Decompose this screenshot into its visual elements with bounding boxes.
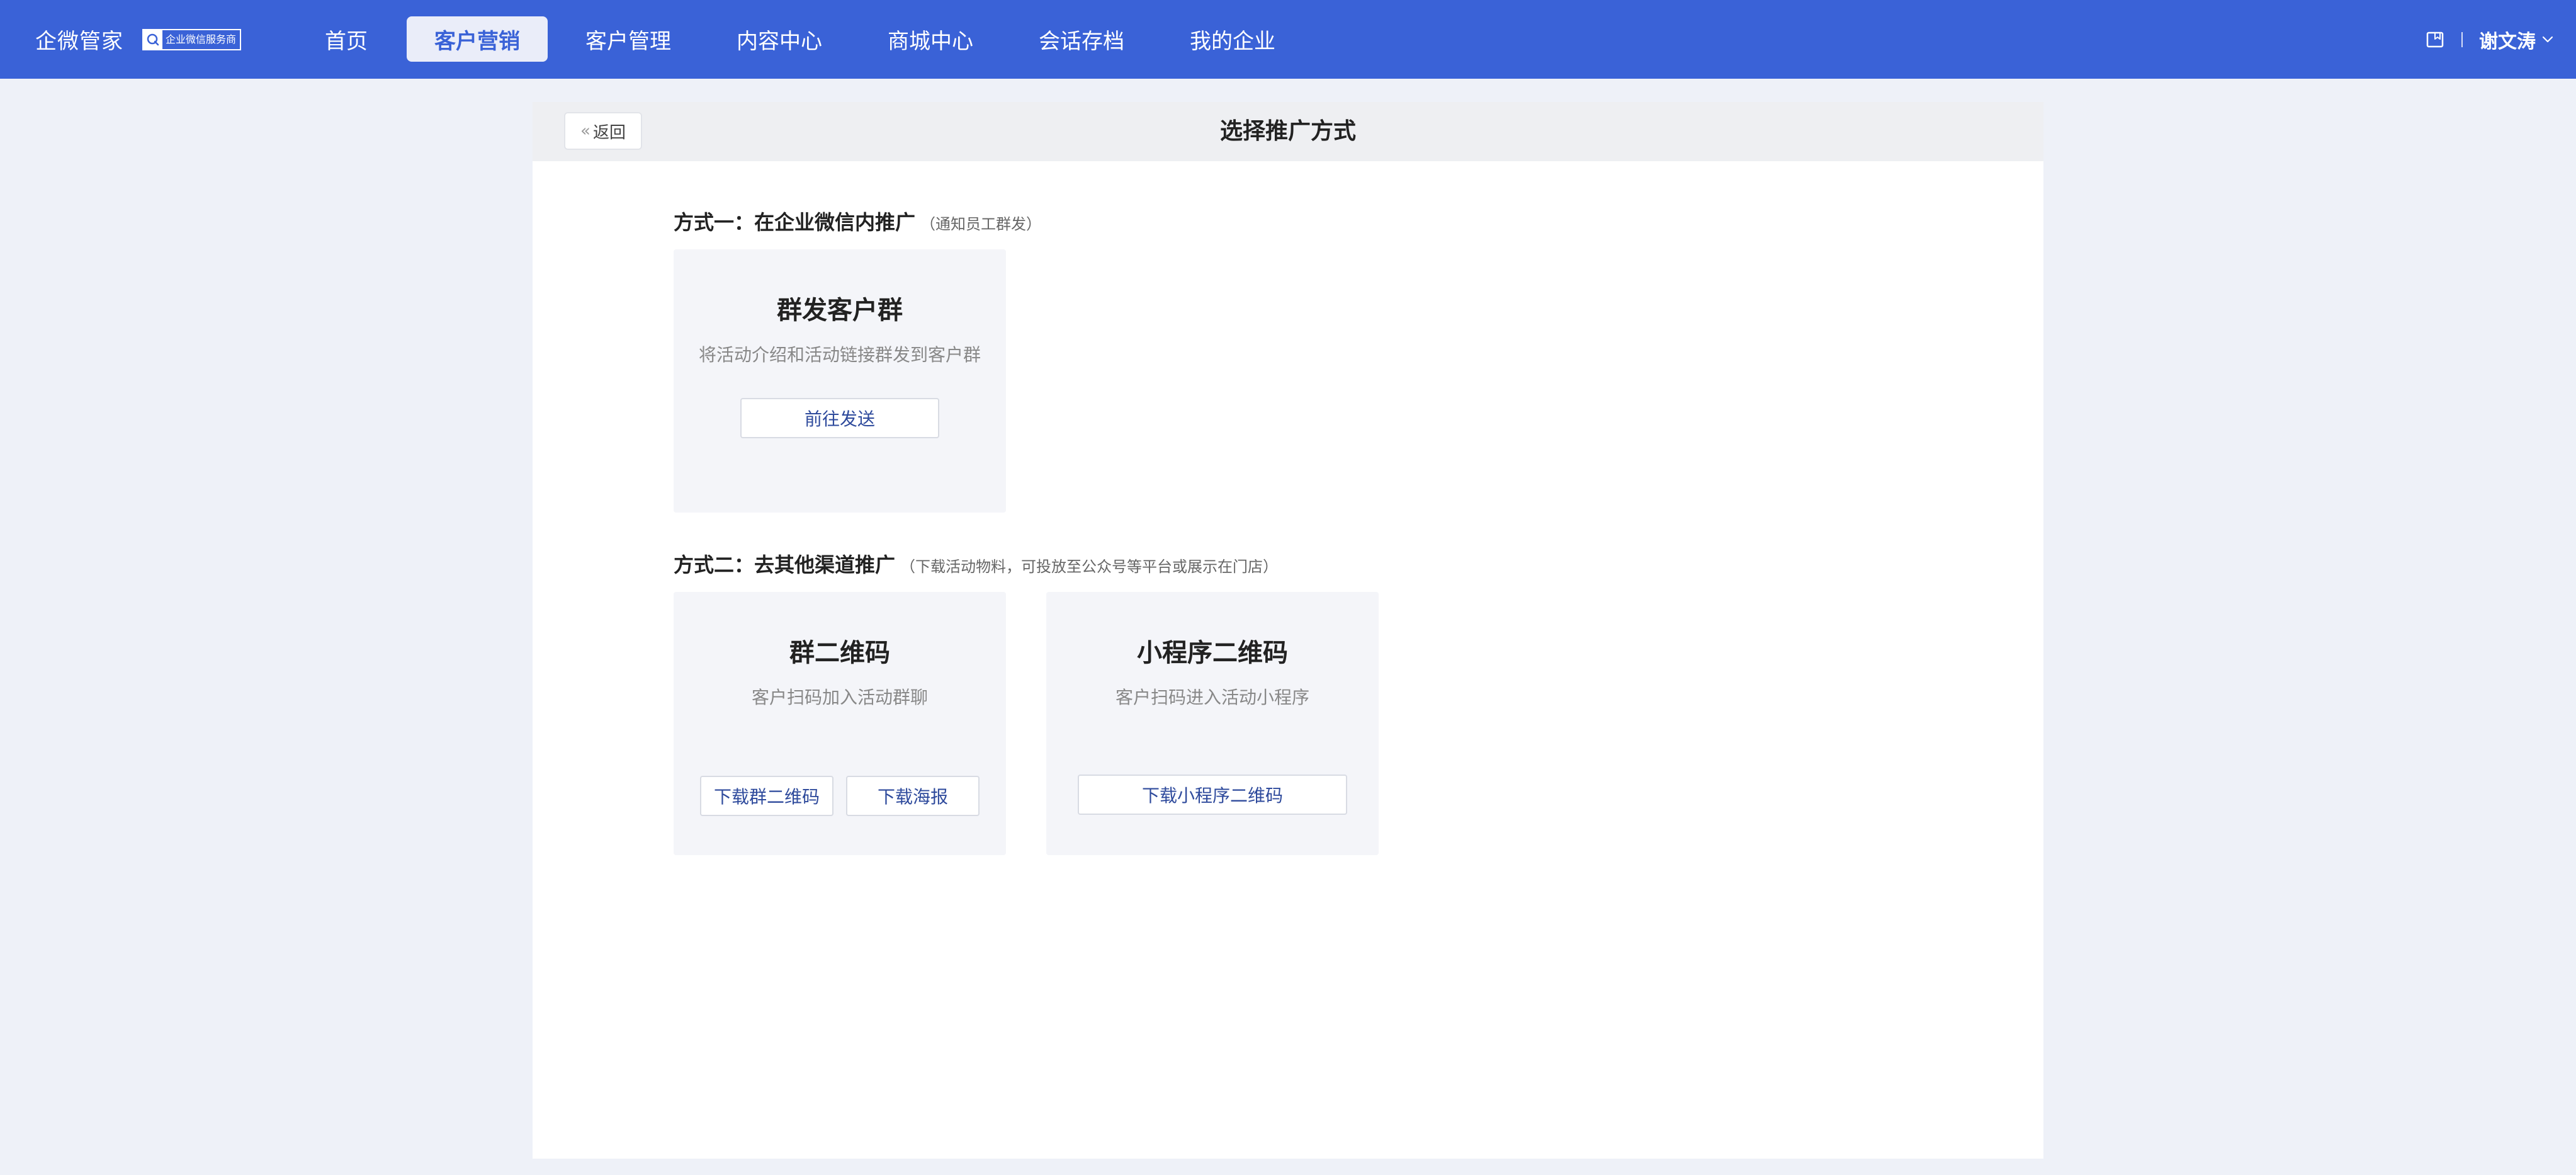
brand[interactable]: 企微管家 企业微信服务商 xyxy=(35,0,242,79)
nav-item-chat-archive[interactable]: 会话存档 xyxy=(1029,16,1134,62)
brand-name: 企微管家 xyxy=(35,29,123,54)
nav-item-content-center[interactable]: 内容中心 xyxy=(726,16,832,62)
back-button-label: 返回 xyxy=(592,123,626,142)
back-button[interactable]: « 返回 xyxy=(564,112,642,150)
nav-item-my-enterprise[interactable]: 我的企业 xyxy=(1180,16,1285,62)
go-send-button[interactable]: 前往发送 xyxy=(740,398,939,438)
card-description: 客户扫码加入活动群聊 xyxy=(751,687,928,708)
nav-item-customer-management[interactable]: 客户管理 xyxy=(575,16,681,62)
promotion-panel: 选择推广方式 « 返回 方式一：在企业微信内推广 （通知员工群发） 群发客户群 将… xyxy=(533,102,2043,1159)
user-menu[interactable]: 谢文涛 xyxy=(2479,26,2553,54)
card-description: 客户扫码进入活动小程序 xyxy=(1115,687,1309,708)
card-group-broadcast: 群发客户群 将活动介绍和活动链接群发到客户群 前往发送 xyxy=(674,249,1006,513)
section-note: （通知员工群发） xyxy=(920,215,1042,233)
service-provider-badge: 企业微信服务商 xyxy=(142,28,242,50)
chevron-down-icon xyxy=(2542,36,2553,43)
card-title: 群发客户群 xyxy=(777,296,903,325)
double-chevron-left-icon: « xyxy=(580,122,590,140)
section-note: （下载活动物料，可投放至公众号等平台或展示在门店） xyxy=(900,558,1279,576)
top-navigation-bar: 企微管家 企业微信服务商 首页 客户营销 客户管理 内容中心 商城中心 会话存档… xyxy=(0,0,2576,79)
panel-header: 选择推广方式 « 返回 xyxy=(533,102,2043,161)
book-icon[interactable] xyxy=(2425,30,2445,50)
topbar-right: 谢文涛 xyxy=(2425,0,2553,79)
download-miniprogram-qr-button[interactable]: 下载小程序二维码 xyxy=(1078,775,1347,815)
wecom-logo-icon xyxy=(144,30,162,49)
card-group-qr-code: 群二维码 客户扫码加入活动群聊 下载群二维码 下载海报 xyxy=(674,592,1006,855)
badge-text: 企业微信服务商 xyxy=(166,33,237,45)
section-title-wecom: 方式一：在企业微信内推广 （通知员工群发） xyxy=(674,207,1041,236)
nav-item-mall-center[interactable]: 商城中心 xyxy=(878,16,983,62)
card-miniprogram-qr-code: 小程序二维码 客户扫码进入活动小程序 下载小程序二维码 xyxy=(1046,592,1379,855)
card-title: 群二维码 xyxy=(789,639,890,667)
card-title: 小程序二维码 xyxy=(1137,639,1288,667)
section-title-other-channels: 方式二：去其他渠道推广 （下载活动物料，可投放至公众号等平台或展示在门店） xyxy=(674,549,1278,578)
nav-item-customer-marketing[interactable]: 客户营销 xyxy=(407,16,548,62)
card-description: 将活动介绍和活动链接群发到客户群 xyxy=(698,344,981,365)
download-poster-button[interactable]: 下载海报 xyxy=(846,776,980,816)
page-title: 选择推广方式 xyxy=(1219,118,1356,144)
section-heading: 方式二：去其他渠道推广 xyxy=(674,553,896,577)
nav-item-home[interactable]: 首页 xyxy=(320,16,373,62)
user-name: 谢文涛 xyxy=(2479,30,2536,53)
section-heading: 方式一：在企业微信内推广 xyxy=(674,210,916,234)
divider xyxy=(2461,31,2463,47)
download-group-qr-button[interactable]: 下载群二维码 xyxy=(700,776,833,816)
